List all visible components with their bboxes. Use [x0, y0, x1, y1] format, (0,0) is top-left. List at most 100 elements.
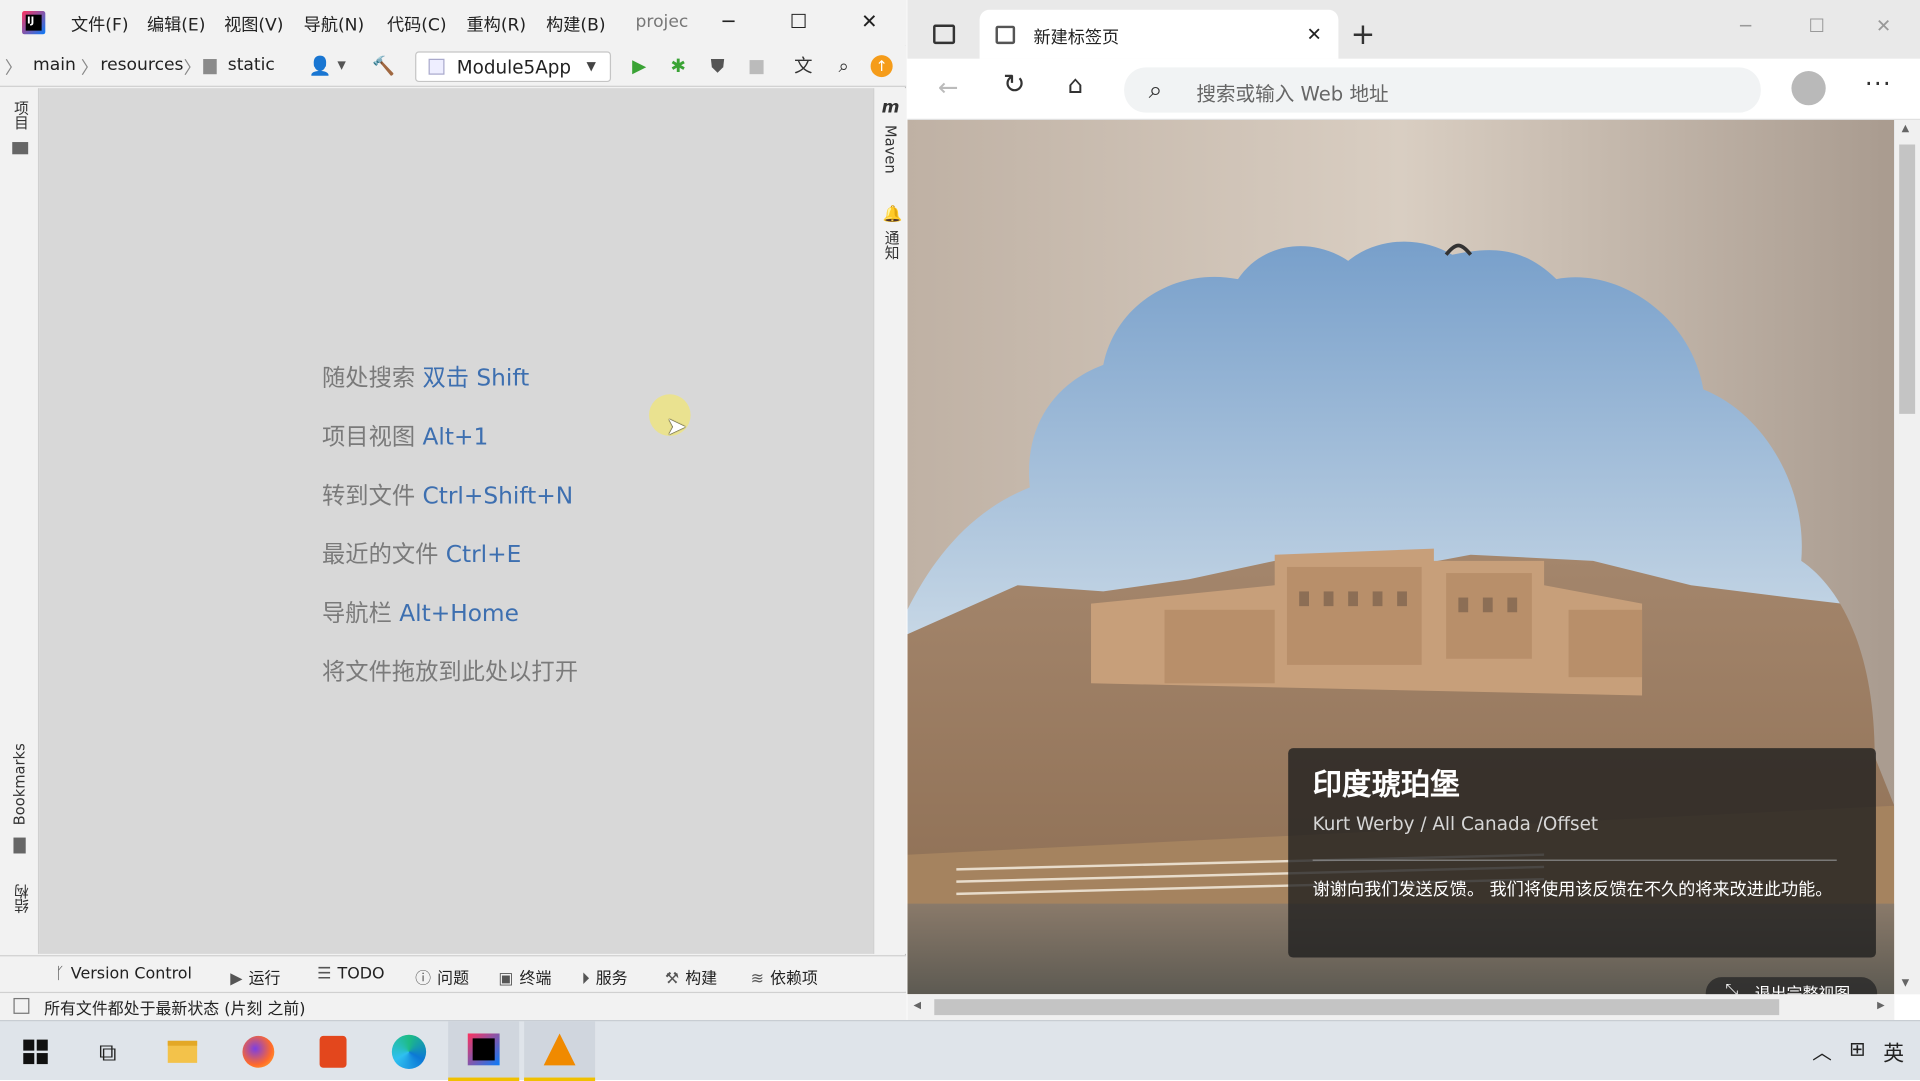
hint-label: 最近的文件	[322, 541, 439, 569]
tool-label: Version Control	[70, 964, 192, 984]
tab-actions-icon[interactable]	[933, 24, 956, 45]
scroll-right-icon[interactable]: ▶	[1877, 999, 1885, 1010]
hint-label: 项目视图	[322, 423, 416, 451]
tool-dependencies[interactable]: ≋ 依赖项	[751, 965, 818, 988]
maven-tab[interactable]: Maven	[882, 125, 899, 174]
run-icon[interactable]: ▶	[628, 55, 650, 77]
collapse-icon: ⤡	[1725, 980, 1739, 995]
exit-full-view-button[interactable]: ⤡ 退出完整视图	[1705, 977, 1878, 995]
firefox-button[interactable]	[223, 1021, 294, 1081]
start-button[interactable]	[0, 1021, 71, 1081]
coverage-icon[interactable]: ⛊	[707, 55, 729, 77]
hint-label: 随处搜索	[322, 364, 416, 392]
vertical-scroll-thumb[interactable]	[1899, 144, 1916, 414]
tool-problems[interactable]: ⓘ 问题	[415, 965, 469, 988]
breadcrumb-resources[interactable]: resources	[100, 55, 183, 75]
tab-title: 新建标签页	[1033, 28, 1120, 48]
tab-new-tab[interactable]: 新建标签页 ✕	[979, 9, 1339, 59]
translate-icon[interactable]: 文	[792, 55, 814, 77]
vlc-button[interactable]	[524, 1021, 596, 1081]
maximize-icon[interactable]: ☐	[781, 7, 815, 36]
tool-label: 依赖项	[770, 969, 818, 989]
feedback-message: 谢谢向我们发送反馈。 我们将使用该反馈在不久的将来改进此功能。	[1312, 880, 1833, 901]
intellij-logo-icon[interactable]: IJ	[22, 11, 46, 35]
tool-label: 运行	[248, 969, 281, 989]
address-placeholder: 搜索或输入 Web 地址	[1196, 82, 1389, 106]
refresh-icon[interactable]: ↻	[1003, 70, 1026, 101]
menu-build[interactable]: 构建(B)	[546, 12, 605, 36]
ime-language-indicator[interactable]: 英	[1883, 1036, 1904, 1066]
caption-divider	[1312, 859, 1837, 861]
menu-navigate[interactable]: 导航(N)	[304, 12, 364, 36]
profile-avatar[interactable]	[1791, 71, 1826, 106]
vcs-user-icon[interactable]: 👤	[309, 55, 332, 77]
address-bar[interactable]: ⌕ 搜索或输入 Web 地址	[1124, 67, 1761, 113]
search-icon[interactable]: ⌕	[833, 55, 855, 77]
exit-full-view-label: 退出完整视图	[1755, 981, 1851, 995]
hint-key: Ctrl+E	[445, 541, 522, 569]
build-hammer-icon[interactable]: 🔨	[372, 55, 395, 77]
tray-chevron-up-icon[interactable]: ︿	[1812, 1036, 1832, 1065]
image-info-card[interactable]: 印度琥珀堡 Kurt Werby / All Canada /Offset 谢谢…	[1288, 748, 1876, 958]
windows-logo-icon	[23, 1038, 48, 1064]
menu-code[interactable]: 代码(C)	[387, 12, 447, 36]
firefox-icon	[242, 1035, 275, 1068]
hint-key: Alt+1	[422, 423, 489, 451]
debug-icon[interactable]: ✱	[667, 55, 689, 77]
services-icon: ⏵	[581, 969, 590, 989]
menu-refactor[interactable]: 重构(R)	[467, 12, 527, 36]
close-tab-icon[interactable]: ✕	[1307, 23, 1322, 45]
editor-empty-area[interactable]: 随处搜索 双击 Shift 项目视图 Alt+1 转到文件 Ctrl+Shift+N …	[39, 88, 874, 954]
vertical-scrollbar[interactable]: ▲ ▼	[1894, 120, 1920, 995]
maximize-icon[interactable]: ☐	[1809, 15, 1825, 37]
menu-edit[interactable]: 编辑(E)	[147, 12, 206, 36]
scroll-down-icon[interactable]: ▼	[1902, 977, 1910, 988]
more-options-icon[interactable]: ···	[1865, 69, 1892, 98]
hint-search-everywhere: 随处搜索 双击 Shift	[322, 360, 529, 393]
tool-label: 服务	[595, 969, 628, 989]
horizontal-scrollbar[interactable]: ◀ ▶	[907, 994, 1895, 1021]
tool-label: 构建	[685, 969, 718, 989]
update-icon[interactable]: ↑	[870, 55, 893, 78]
close-icon[interactable]: ✕	[1876, 15, 1891, 37]
status-toggle-icon[interactable]	[13, 997, 30, 1014]
tool-todo[interactable]: ☰ TODO	[317, 965, 384, 983]
minimize-icon[interactable]: ─	[711, 7, 745, 36]
tool-version-control[interactable]: ᚴ Version Control	[55, 965, 192, 983]
chevron-down-icon[interactable]: ▼	[331, 55, 353, 77]
menu-file[interactable]: 文件(F)	[71, 12, 129, 36]
close-icon[interactable]: ✕	[852, 7, 886, 36]
folder-icon: ▆	[203, 55, 217, 75]
run-config-select[interactable]: Module5App ▼	[415, 51, 612, 83]
office-button[interactable]	[298, 1021, 369, 1081]
breadcrumb-separator-icon: 〉	[80, 58, 98, 79]
tool-services[interactable]: ⏵ 服务	[582, 965, 628, 988]
structure-tab[interactable]: 结构	[11, 884, 32, 913]
horizontal-scroll-thumb[interactable]	[934, 999, 1780, 1016]
scroll-left-icon[interactable]: ◀	[913, 999, 921, 1010]
edge-icon	[391, 1034, 427, 1069]
intellij-button[interactable]	[448, 1021, 520, 1081]
file-explorer-button[interactable]	[147, 1021, 218, 1081]
run-config-label: Module5App	[456, 56, 572, 79]
breadcrumb-main[interactable]: main	[33, 55, 76, 75]
back-icon[interactable]: ←	[938, 72, 959, 101]
ime-mode-icon[interactable]: ⊞	[1849, 1037, 1865, 1060]
tool-terminal[interactable]: ▣ 终端	[498, 965, 551, 988]
edge-button[interactable]	[373, 1021, 444, 1081]
stop-icon[interactable]: ■	[746, 55, 768, 77]
breadcrumb-separator-icon: 〉	[183, 58, 201, 79]
bookmarks-tab[interactable]: Bookmarks	[11, 743, 28, 825]
scroll-up-icon[interactable]: ▲	[1902, 122, 1910, 133]
menu-view[interactable]: 视图(V)	[224, 12, 283, 36]
tool-build[interactable]: ⚒ 构建	[665, 965, 717, 988]
project-tab[interactable]: 项目	[11, 100, 32, 129]
image-credit[interactable]: Kurt Werby / All Canada /Offset	[1313, 813, 1598, 835]
notifications-tab[interactable]: 通知	[882, 230, 903, 259]
minimize-icon[interactable]: ─	[1740, 15, 1751, 37]
new-tab-icon[interactable]: +	[1351, 17, 1376, 51]
breadcrumb-static[interactable]: static	[228, 55, 275, 75]
task-view-button[interactable]: ⧉	[72, 1021, 143, 1081]
tool-run[interactable]: ▶ 运行	[230, 965, 280, 988]
home-icon[interactable]: ⌂	[1068, 70, 1084, 99]
